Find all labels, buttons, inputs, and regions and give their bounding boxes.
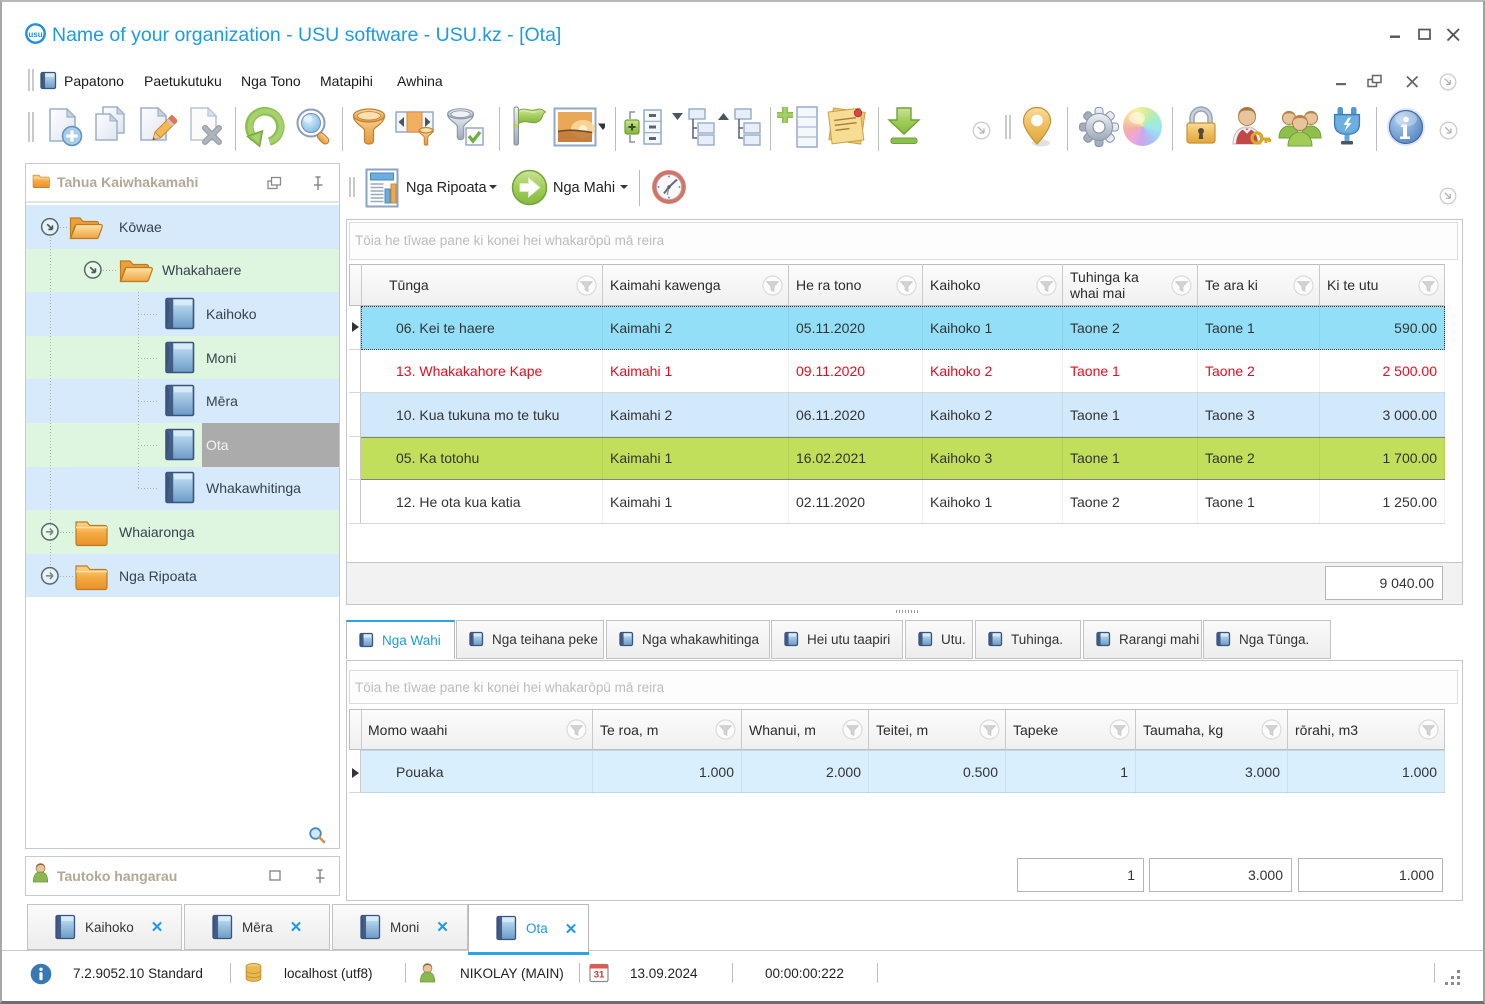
svg-text:usu: usu (28, 30, 42, 39)
svg-text:31: 31 (594, 970, 605, 981)
